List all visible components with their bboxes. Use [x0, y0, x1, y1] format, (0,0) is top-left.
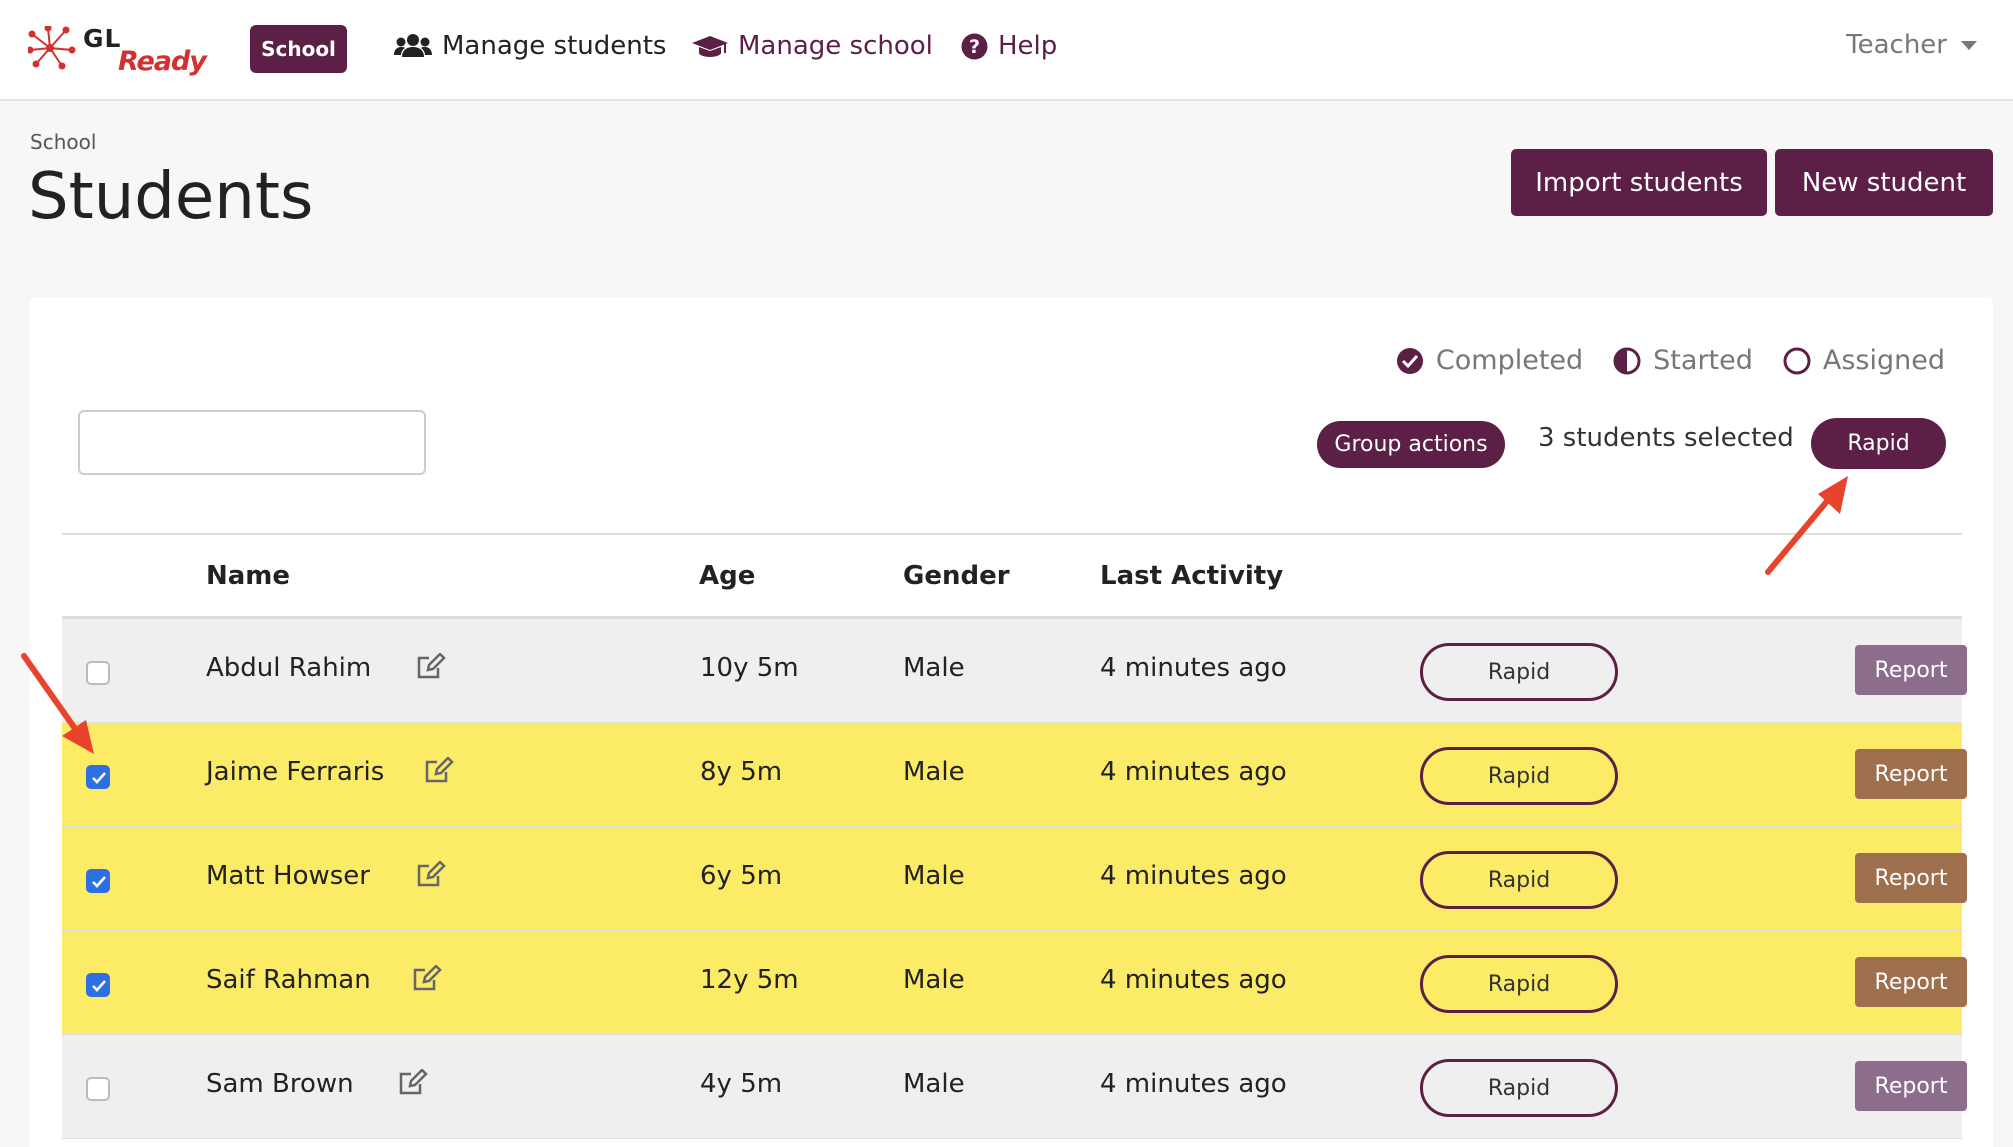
table-row: Saif Rahman 12y 5m Male 4 minutes ago Ra… [62, 931, 1967, 1035]
new-student-button[interactable]: New student [1775, 149, 1993, 216]
student-name[interactable]: Saif Rahman [206, 965, 371, 995]
column-header-age[interactable]: Age [699, 561, 755, 591]
row-checkbox[interactable] [86, 869, 110, 893]
rapid-button[interactable]: Rapid [1420, 1059, 1618, 1117]
student-age: 4y 5m [700, 1069, 783, 1099]
selected-count-text: 3 students selected [1538, 423, 1794, 453]
student-age: 8y 5m [700, 757, 783, 787]
student-name[interactable]: Abdul Rahim [206, 653, 371, 683]
rapid-button[interactable]: Rapid [1420, 851, 1618, 909]
student-gender: Male [903, 861, 965, 891]
students-card: Completed Started Assigned Group actions… [30, 297, 1993, 1147]
nav-manage-school-label: Manage school [738, 31, 933, 61]
student-name[interactable]: Jaime Ferraris [206, 757, 384, 787]
legend-started: Started [1613, 345, 1753, 376]
student-last-activity: 4 minutes ago [1100, 653, 1287, 683]
column-header-gender[interactable]: Gender [903, 561, 1010, 591]
breadcrumb[interactable]: School [30, 130, 96, 154]
user-menu-label: Teacher [1846, 30, 1947, 60]
student-last-activity: 4 minutes ago [1100, 1069, 1287, 1099]
user-menu-dropdown[interactable]: Teacher [1846, 30, 1977, 60]
student-gender: Male [903, 1069, 965, 1099]
student-name[interactable]: Sam Brown [206, 1069, 354, 1099]
logo-ready-text: Ready [118, 46, 207, 77]
student-gender: Male [903, 965, 965, 995]
edit-icon[interactable] [424, 757, 454, 785]
half-circle-icon [1613, 347, 1641, 374]
table-row: Sam Brown 4y 5m Male 4 minutes ago Rapid… [62, 1035, 1967, 1139]
edit-icon[interactable] [412, 965, 442, 993]
legend-started-label: Started [1653, 345, 1753, 376]
student-name[interactable]: Matt Howser [206, 861, 370, 891]
report-button[interactable]: Report [1855, 957, 1967, 1007]
legend-completed-label: Completed [1435, 345, 1584, 376]
nav-manage-students[interactable]: Manage students [394, 26, 666, 66]
column-header-name[interactable]: Name [206, 561, 290, 591]
legend-completed: Completed [1396, 345, 1583, 376]
gl-ready-logo[interactable]: GL Ready [28, 24, 208, 79]
table-header: Name Age Gender Last Activity [62, 533, 1962, 619]
row-checkbox[interactable] [86, 1077, 110, 1101]
nav-help-label: Help [998, 31, 1058, 61]
question-circle-icon: ? [961, 33, 988, 59]
rapid-button[interactable]: Rapid [1420, 643, 1618, 701]
checkmark-icon [92, 980, 106, 992]
graduation-cap-icon [692, 36, 728, 57]
logo-burst-icon [28, 26, 76, 70]
student-gender: Male [903, 653, 965, 683]
report-button[interactable]: Report [1855, 853, 1967, 903]
nav-manage-students-label: Manage students [442, 31, 667, 61]
edit-icon[interactable] [416, 653, 446, 681]
status-legend: Completed Started Assigned [1366, 345, 1945, 376]
school-badge[interactable]: School [250, 25, 347, 73]
rapid-button[interactable]: Rapid [1420, 747, 1618, 805]
table-row: Abdul Rahim 10y 5m Male 4 minutes ago Ra… [62, 619, 1967, 723]
student-last-activity: 4 minutes ago [1100, 965, 1287, 995]
student-gender: Male [903, 757, 965, 787]
nav-manage-school[interactable]: Manage school [692, 26, 933, 66]
svg-text:?: ? [969, 36, 980, 58]
legend-assigned-label: Assigned [1822, 345, 1945, 376]
table-row: Jaime Ferraris 8y 5m Male 4 minutes ago … [62, 723, 1967, 827]
student-age: 10y 5m [700, 653, 799, 683]
import-students-button[interactable]: Import students [1511, 149, 1767, 216]
checkmark-icon [92, 772, 106, 784]
annotation-arrow-icon [21, 653, 94, 754]
search-input[interactable] [78, 410, 426, 475]
check-circle-icon [1396, 347, 1423, 374]
student-age: 6y 5m [700, 861, 783, 891]
group-rapid-button[interactable]: Rapid [1811, 418, 1946, 469]
logo-gl-text: GL [83, 24, 122, 53]
students-table: Name Age Gender Last Activity Abdul Rahi… [62, 533, 1967, 1139]
checkmark-icon [92, 876, 106, 888]
student-last-activity: 4 minutes ago [1100, 861, 1287, 891]
edit-icon[interactable] [416, 861, 446, 889]
table-row: Matt Howser 6y 5m Male 4 minutes ago Rap… [62, 827, 1967, 931]
annotation-arrow-icon [1765, 476, 1848, 575]
row-checkbox[interactable] [86, 765, 110, 789]
nav-help[interactable]: ? Help [961, 26, 1057, 66]
caret-down-icon [1961, 40, 1977, 50]
row-checkbox[interactable] [86, 973, 110, 997]
empty-circle-icon [1783, 347, 1811, 374]
rapid-button[interactable]: Rapid [1420, 955, 1618, 1013]
legend-assigned: Assigned [1783, 345, 1945, 376]
student-last-activity: 4 minutes ago [1100, 757, 1287, 787]
column-header-last-activity[interactable]: Last Activity [1100, 561, 1283, 591]
report-button[interactable]: Report [1855, 645, 1967, 695]
student-age: 12y 5m [700, 965, 799, 995]
users-icon [394, 34, 432, 57]
top-navbar: GL Ready School Manage students Manage s… [0, 0, 2013, 101]
page-title: Students [28, 160, 314, 234]
report-button[interactable]: Report [1855, 749, 1967, 799]
report-button[interactable]: Report [1855, 1061, 1967, 1111]
group-actions-button[interactable]: Group actions [1317, 421, 1505, 468]
edit-icon[interactable] [398, 1069, 428, 1097]
